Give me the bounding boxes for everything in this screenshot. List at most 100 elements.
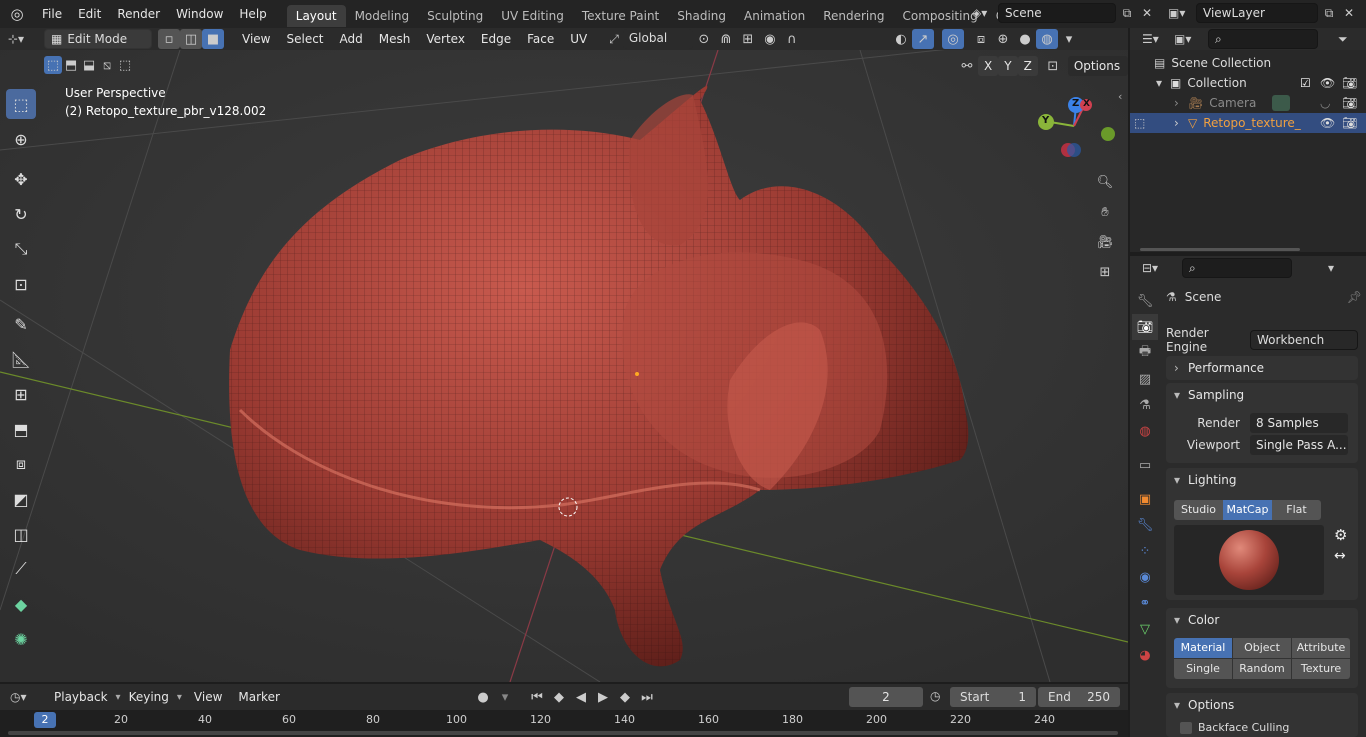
- lighting-flat-button[interactable]: Flat: [1272, 500, 1321, 520]
- data-tab-icon[interactable]: ▽: [1132, 616, 1158, 642]
- tab-sculpting[interactable]: Sculpting: [418, 5, 492, 27]
- measure-tool-icon[interactable]: 📐︎: [6, 344, 36, 374]
- menu-playback[interactable]: Playback: [46, 686, 116, 708]
- jump-keyframe-back-icon[interactable]: ◆: [548, 687, 570, 707]
- select-intersect-icon[interactable]: ⬚: [116, 56, 134, 74]
- mesh-render-icon[interactable]: 📷︎: [1342, 116, 1357, 130]
- expand-arrow-icon[interactable]: ›: [1174, 116, 1188, 130]
- playhead[interactable]: 2: [34, 712, 56, 728]
- snap-icon[interactable]: ⋒: [715, 29, 737, 49]
- properties-options-icon[interactable]: ▾: [1328, 261, 1334, 275]
- lighting-header[interactable]: Lighting: [1166, 468, 1358, 492]
- material-shading-icon[interactable]: ◍: [1036, 29, 1058, 49]
- pivot-point-icon[interactable]: ⊙: [693, 29, 715, 49]
- collection-label[interactable]: Collection: [1187, 76, 1246, 90]
- viewport-samples-dropdown[interactable]: Single Pass A...: [1250, 435, 1348, 455]
- timeline-scrollbar[interactable]: [8, 731, 1118, 735]
- sidebar-toggle-icon[interactable]: ‹: [1118, 90, 1122, 103]
- play-icon[interactable]: ▶: [592, 687, 614, 707]
- transform-orientation[interactable]: Global: [622, 29, 693, 49]
- particles-tab-icon[interactable]: ⁘: [1132, 538, 1158, 564]
- delete-scene-icon[interactable]: ✕: [1138, 6, 1156, 20]
- jump-end-icon[interactable]: ⏭: [636, 687, 658, 707]
- expand-arrow-icon[interactable]: ›: [1174, 96, 1188, 110]
- lighting-studio-button[interactable]: Studio: [1174, 500, 1223, 520]
- 3d-viewport[interactable]: User Perspective (2) Retopo_texture_pbr_…: [0, 50, 1128, 682]
- end-frame-field[interactable]: End 250: [1038, 687, 1120, 707]
- wireframe-shading-icon[interactable]: ⊕: [992, 29, 1014, 49]
- editor-type-icon[interactable]: ⊹▾: [8, 32, 44, 46]
- outliner-scrollbar[interactable]: [1140, 248, 1300, 251]
- backface-checkbox[interactable]: [1180, 721, 1192, 734]
- world-tab-icon[interactable]: ◍: [1132, 418, 1158, 444]
- matcap-flip-icon[interactable]: ↔: [1334, 548, 1346, 564]
- menu-face[interactable]: Face: [519, 28, 562, 50]
- collection-render-icon[interactable]: 📷︎: [1342, 76, 1357, 90]
- performance-header[interactable]: Performance: [1166, 356, 1358, 380]
- matcap-settings-icon[interactable]: ⚙: [1334, 526, 1347, 544]
- collection-visibility-icon[interactable]: 👁︎: [1320, 76, 1335, 90]
- view-layer-tab-icon[interactable]: ▨: [1132, 366, 1158, 392]
- camera-render-icon[interactable]: 📷︎: [1342, 96, 1357, 110]
- extrude-tool-icon[interactable]: ⬒: [6, 414, 36, 444]
- bevel-tool-icon[interactable]: ◩: [6, 484, 36, 514]
- menu-add[interactable]: Add: [332, 28, 371, 50]
- select-box-tool-icon[interactable]: ⬚: [6, 89, 36, 119]
- start-frame-field[interactable]: Start 1: [950, 687, 1036, 707]
- solid-shading-icon[interactable]: ●: [1014, 29, 1036, 49]
- tab-uv-editing[interactable]: UV Editing: [492, 5, 573, 27]
- visibility-icon[interactable]: ◐: [890, 29, 912, 49]
- edit-mode-indicator-icon[interactable]: ⬚: [1134, 116, 1145, 130]
- select-invert-icon[interactable]: ⧅: [98, 56, 116, 74]
- play-reverse-icon[interactable]: ◀: [570, 687, 592, 707]
- select-extend-icon[interactable]: ⬒: [62, 56, 80, 74]
- collection-checkbox[interactable]: ☑: [1300, 76, 1311, 90]
- poly-build-tool-icon[interactable]: ◆: [6, 589, 36, 619]
- menu-marker[interactable]: Marker: [230, 686, 287, 708]
- color-object-button[interactable]: Object: [1233, 638, 1291, 658]
- menu-vertex[interactable]: Vertex: [418, 28, 473, 50]
- tab-animation[interactable]: Animation: [735, 5, 814, 27]
- outliner-editor-icon[interactable]: ☰▾: [1142, 32, 1174, 46]
- menu-select[interactable]: Select: [278, 28, 331, 50]
- cursor-tool-icon[interactable]: ⊕: [6, 124, 36, 154]
- filter-icon[interactable]: ⏷: [1338, 32, 1348, 47]
- object-tab-icon[interactable]: ▣: [1132, 486, 1158, 512]
- shading-options-icon[interactable]: ▾: [1058, 29, 1080, 49]
- menu-mesh[interactable]: Mesh: [371, 28, 419, 50]
- pin-icon[interactable]: 📌︎: [1347, 290, 1362, 304]
- menu-edit[interactable]: Edit: [70, 0, 109, 28]
- options-header[interactable]: Options: [1166, 693, 1358, 717]
- mesh-visibility-icon[interactable]: 👁︎: [1320, 116, 1335, 130]
- face-select-icon[interactable]: ■: [202, 29, 224, 49]
- tab-shading[interactable]: Shading: [668, 5, 735, 27]
- collection-tab-icon[interactable]: ▭: [1132, 452, 1158, 478]
- annotate-tool-icon[interactable]: ✎: [6, 309, 36, 339]
- mirror-z-button[interactable]: Z: [1017, 56, 1038, 76]
- falloff-icon[interactable]: ∩: [781, 29, 803, 49]
- lighting-matcap-button[interactable]: MatCap: [1223, 500, 1272, 520]
- properties-search[interactable]: ⌕: [1182, 258, 1292, 278]
- jump-start-icon[interactable]: ⏮: [526, 687, 548, 707]
- auto-keying-icon[interactable]: ●: [472, 687, 494, 707]
- camera-label[interactable]: Camera: [1209, 96, 1256, 110]
- sampling-header[interactable]: Sampling: [1166, 383, 1358, 407]
- tab-modeling[interactable]: Modeling: [346, 5, 419, 27]
- menu-window[interactable]: Window: [168, 0, 231, 28]
- edge-select-icon[interactable]: ◫: [180, 29, 202, 49]
- options-button[interactable]: Options: [1067, 56, 1128, 76]
- new-scene-icon[interactable]: ⧉: [1116, 6, 1138, 21]
- collapse-arrow-icon[interactable]: ▾: [1156, 76, 1170, 90]
- render-samples-dropdown[interactable]: 8 Samples: [1250, 413, 1348, 433]
- menu-uv[interactable]: UV: [562, 28, 595, 50]
- spin-tool-icon[interactable]: ✺: [6, 624, 36, 654]
- display-mode-icon[interactable]: ▣▾: [1174, 32, 1208, 46]
- new-view-layer-icon[interactable]: ⧉: [1318, 6, 1340, 21]
- scene-tab-icon[interactable]: ⚗: [1132, 392, 1158, 418]
- zoom-icon[interactable]: 🔍︎: [1094, 172, 1116, 192]
- view-layer-icon[interactable]: ▣▾: [1168, 6, 1196, 20]
- menu-file[interactable]: File: [34, 0, 70, 28]
- vertex-select-icon[interactable]: ▫: [158, 29, 180, 49]
- keying-set-icon[interactable]: ▾: [494, 687, 516, 707]
- render-engine-dropdown[interactable]: Workbench: [1250, 330, 1358, 350]
